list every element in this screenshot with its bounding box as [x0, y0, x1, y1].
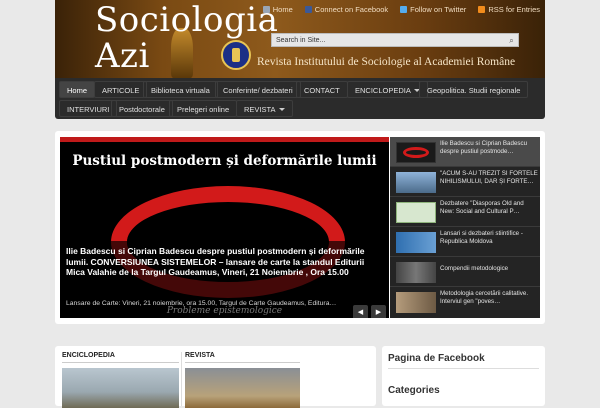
thumb-title: "ACUM S-AU TREZIT SI FORTELE NIHILISMULU…	[440, 170, 538, 185]
nav-home[interactable]: Home	[59, 81, 96, 98]
divider	[62, 362, 179, 363]
academy-seal-icon	[221, 40, 251, 70]
nav-contact[interactable]: CONTACT	[296, 81, 348, 98]
slide-heading: Pustiul postmodern și deformările lumii	[72, 153, 377, 169]
column-heading-revista[interactable]: REVISTA	[185, 352, 215, 359]
nav-prelegeri-online[interactable]: Prelegeri online	[169, 100, 238, 117]
rss-icon	[478, 6, 486, 13]
thumb-ring	[403, 147, 429, 158]
categories-heading: Categories	[388, 385, 440, 396]
search-icon[interactable]: ⌕	[507, 36, 516, 45]
thumb-title: Metodologia cercetării calitative. Inter…	[440, 290, 529, 305]
divider	[388, 368, 539, 369]
thumb-title: Lansari si dezbateri stiintifice - Repub…	[440, 230, 523, 245]
nav-biblioteca-virtuala[interactable]: Biblioteca virtuala	[143, 81, 218, 98]
slider-next-button[interactable]: ▶	[371, 305, 386, 318]
nav-geopolitica[interactable]: Geopolitica. Studii regionale	[419, 81, 529, 98]
slider-thumb-5[interactable]: Compendii metodologice	[390, 257, 540, 287]
thumb-image	[396, 172, 436, 193]
thumb-title: Ilie Badescu si Ciprian Badescu despre p…	[440, 140, 528, 155]
thumb-title: Compendii metodologice	[440, 265, 509, 272]
slider-prev-button[interactable]: ◀	[353, 305, 368, 318]
featured-slider: Pustiul postmodern și deformările lumii …	[55, 131, 545, 324]
slide-main[interactable]: Pustiul postmodern și deformările lumii …	[60, 137, 389, 318]
slider-thumb-6[interactable]: Metodologia cercetării calitative. Inter…	[390, 287, 540, 317]
slide-watermark: Probleme epistemologice	[166, 306, 283, 316]
revista-image[interactable]	[185, 368, 300, 408]
column-separator	[181, 352, 182, 406]
slider-thumbnails: Ilie Badescu si Ciprian Badescu despre p…	[390, 137, 540, 318]
main-navigation: Home ARTICOLE Biblioteca virtuala Confer…	[55, 78, 545, 119]
thumb-image	[396, 202, 436, 223]
nav-revista[interactable]: REVISTA	[236, 100, 293, 117]
nav-interviuri[interactable]: INTERVIURI	[59, 100, 118, 117]
site-title[interactable]: Sociologia Azi	[95, 2, 278, 74]
site-title-line1[interactable]: Sociologia	[95, 2, 278, 38]
thumb-image	[396, 232, 436, 253]
nav-enciclopedia[interactable]: ENCICLOPEDIA	[347, 81, 428, 98]
nav-conferinte[interactable]: Conferinte/ dezbateri	[215, 81, 301, 98]
column-heading-enciclopedia[interactable]: ENCICLOPEDIA	[62, 352, 115, 359]
top-links: Home Connect on Facebook Follow on Twitt…	[262, 5, 540, 14]
nav-postdoctorale[interactable]: Postdoctorale	[111, 100, 173, 117]
enciclopedia-image[interactable]	[62, 368, 179, 408]
home-link[interactable]: Home	[262, 5, 293, 14]
category-columns: ENCICLOPEDIA REVISTA	[55, 346, 376, 408]
slider-thumb-4[interactable]: Lansari si dezbateri stiintifice - Repub…	[390, 227, 540, 257]
facebook-link[interactable]: Connect on Facebook	[304, 5, 388, 14]
slider-thumb-3[interactable]: Dezbatere "Diasporas Old and New: Social…	[390, 197, 540, 227]
sidebar: Pagina de Facebook Categories	[382, 346, 545, 406]
home-icon	[262, 6, 270, 13]
facebook-page-heading: Pagina de Facebook	[388, 353, 485, 364]
twitter-icon	[400, 6, 408, 13]
rss-link[interactable]: RSS for Entries	[478, 5, 540, 14]
nav-articole[interactable]: ARTICOLE	[94, 81, 148, 98]
slider-thumb-2[interactable]: "ACUM S-AU TREZIT SI FORTELE NIHILISMULU…	[390, 167, 540, 197]
chevron-down-icon	[278, 108, 285, 111]
search-input[interactable]: Search in Site... ⌕	[271, 33, 519, 47]
twitter-link[interactable]: Follow on Twitter	[400, 5, 466, 14]
thumb-image	[396, 262, 436, 283]
facebook-icon	[304, 6, 312, 13]
thumb-image	[396, 142, 436, 163]
site-header: Sociologia Azi Revista Institutului de S…	[55, 0, 545, 78]
slide-caption-title[interactable]: Ilie Badescu si Ciprian Badescu despre p…	[66, 246, 384, 278]
search-placeholder: Search in Site...	[276, 37, 326, 44]
divider	[185, 362, 300, 363]
thumb-title: Dezbatere "Diasporas Old and New: Social…	[440, 200, 524, 215]
slider-thumb-1[interactable]: Ilie Badescu si Ciprian Badescu despre p…	[390, 137, 540, 167]
site-tagline: Revista Institutului de Sociologie al Ac…	[257, 56, 516, 68]
slide-top-bar	[60, 137, 389, 142]
thumb-image	[396, 292, 436, 313]
